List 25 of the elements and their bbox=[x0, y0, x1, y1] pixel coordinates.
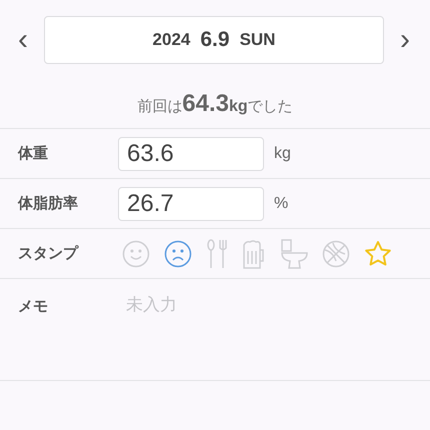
year-text: 2024 bbox=[152, 30, 190, 50]
input-field[interactable]: 26.7 bbox=[118, 186, 264, 220]
input-field[interactable]: 63.6 bbox=[118, 136, 264, 170]
toilet-icon[interactable] bbox=[280, 238, 308, 268]
previous-label: 前回は bbox=[137, 97, 182, 116]
next-day-button[interactable]: › bbox=[394, 25, 416, 55]
sad-face-icon[interactable] bbox=[164, 240, 192, 268]
stamp-label: スタンプ bbox=[17, 244, 80, 263]
memo-label: メモ bbox=[17, 297, 49, 316]
date-display[interactable]: 2024 6.9 SUN bbox=[44, 16, 384, 64]
cutlery-icon[interactable] bbox=[206, 238, 228, 268]
previous-day-button[interactable]: ‹ bbox=[12, 25, 34, 55]
unit-label: % bbox=[274, 194, 288, 212]
basketball-icon[interactable] bbox=[322, 240, 350, 268]
smile-icon[interactable] bbox=[122, 240, 150, 268]
beer-mug-icon[interactable] bbox=[242, 238, 266, 268]
weekday-text: SUN bbox=[240, 30, 276, 50]
previous-unit: kg bbox=[229, 98, 248, 116]
star-icon[interactable] bbox=[364, 240, 392, 268]
field-label: 体重 bbox=[16, 144, 49, 163]
previous-suffix: でした bbox=[248, 97, 293, 116]
date-text: 6.9 bbox=[200, 28, 230, 52]
field-label: 体脂肪率 bbox=[16, 194, 79, 213]
unit-label: kg bbox=[274, 144, 291, 162]
previous-weight: 64.3 bbox=[182, 90, 230, 118]
